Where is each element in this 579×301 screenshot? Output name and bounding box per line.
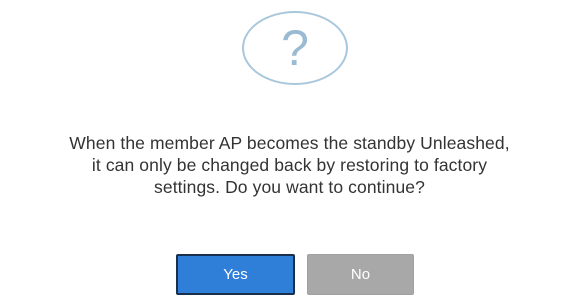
message-line: settings. Do you want to continue? [154,177,425,197]
no-button[interactable]: No [307,254,414,295]
yes-button[interactable]: Yes [176,254,295,295]
message-line: it can only be changed back by restoring… [91,155,488,175]
message-line: When the member AP becomes the standby U… [69,133,510,153]
question-icon: ? [242,11,348,85]
confirmation-message: When the member AP becomes the standby U… [0,132,579,198]
confirmation-dialog: ? When the member AP becomes the standby… [0,0,579,301]
